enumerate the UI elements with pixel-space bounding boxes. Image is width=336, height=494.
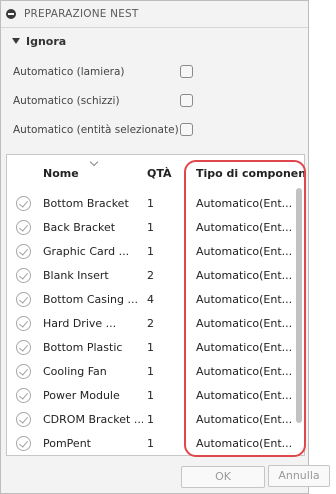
cell-qty: 1 (147, 245, 154, 258)
option-label: Automatico (entità selezionate) (13, 124, 179, 136)
table-row[interactable]: Bottom Casing ... 4 Automatico(Ent... (7, 287, 304, 311)
cell-name: Blank Insert (43, 269, 109, 282)
column-header-qty[interactable]: QTÀ (147, 167, 172, 180)
components-table: Nome QTÀ Tipo di componen Bottom Bracket… (6, 154, 305, 456)
table-row[interactable]: Power Module 1 Automatico(Ent... (7, 383, 304, 407)
cell-qty: 2 (147, 269, 154, 282)
cell-type[interactable]: Automatico(Ent... (196, 245, 296, 258)
check-circle-icon[interactable] (16, 388, 31, 403)
group-header-ignora[interactable]: Ignora (1, 29, 308, 55)
cell-type[interactable]: Automatico(Ent... (196, 365, 296, 378)
ok-button[interactable]: OK (181, 466, 265, 488)
cell-type[interactable]: Automatico(Ent... (196, 317, 296, 330)
column-header-type[interactable]: Tipo di componen (196, 167, 304, 180)
cell-name: PomPent (43, 437, 91, 450)
check-circle-icon[interactable] (16, 412, 31, 427)
check-circle-icon[interactable] (16, 292, 31, 307)
option-label: Automatico (lamiera) (13, 66, 125, 78)
checkbox-schizzi[interactable] (180, 94, 193, 107)
cell-name: Graphic Card ... (43, 245, 130, 258)
table-row[interactable]: PomPent 1 Automatico(Ent... (7, 431, 304, 455)
table-row[interactable]: Graphic Card ... 1 Automatico(Ent... (7, 239, 304, 263)
cell-type[interactable]: Automatico(Ent... (196, 269, 296, 282)
column-header-name[interactable]: Nome (43, 167, 79, 180)
cell-type[interactable]: Automatico(Ent... (196, 413, 296, 426)
cell-name: Bottom Bracket (43, 197, 129, 210)
check-circle-icon[interactable] (16, 340, 31, 355)
cell-name: Power Module (43, 389, 120, 402)
check-circle-icon[interactable] (16, 436, 31, 451)
cell-name: CDROM Bracket ... (43, 413, 143, 426)
check-circle-icon[interactable] (16, 196, 31, 211)
cell-name: Hard Drive ... (43, 317, 117, 330)
table-row[interactable]: Hard Drive ... 2 Automatico(Ent... (7, 311, 304, 335)
check-circle-icon[interactable] (16, 316, 31, 331)
option-automatico-schizzi: Automatico (schizzi) (1, 90, 308, 114)
table-header: Nome QTÀ Tipo di componen (7, 155, 304, 185)
cell-qty: 1 (147, 413, 154, 426)
table-row[interactable]: Bottom Plastic 1 Automatico(Ent... (7, 335, 304, 359)
cell-name: Bottom Casing ... (43, 293, 138, 306)
cell-qty: 4 (147, 293, 154, 306)
cell-type[interactable]: Automatico(Ent... (196, 389, 296, 402)
cell-qty: 1 (147, 389, 154, 402)
nest-dialog: PREPARAZIONE NEST Ignora Automatico (lam… (0, 0, 309, 494)
group-label: Ignora (26, 35, 67, 48)
table-row[interactable]: Blank Insert 2 Automatico(Ent... (7, 263, 304, 287)
table-row[interactable]: Cooling Fan 1 Automatico(Ent... (7, 359, 304, 383)
cell-qty: 2 (147, 317, 154, 330)
cell-name: Bottom Plastic (43, 341, 123, 354)
table-row[interactable]: CDROM Bracket ... 1 Automatico(Ent... (7, 407, 304, 431)
collapse-icon[interactable] (6, 9, 16, 19)
option-automatico-lamiera: Automatico (lamiera) (1, 61, 308, 85)
cell-type[interactable]: Automatico(Ent... (196, 221, 296, 234)
dialog-title: PREPARAZIONE NEST (24, 8, 139, 20)
checkbox-lamiera[interactable] (180, 65, 193, 78)
cell-qty: 1 (147, 221, 154, 234)
cell-qty: 1 (147, 341, 154, 354)
table-scrollbar[interactable] (296, 188, 302, 423)
checkbox-entita[interactable] (180, 123, 193, 136)
dialog-footer: OK (1, 459, 308, 493)
cell-qty: 1 (147, 197, 154, 210)
cell-type[interactable]: Automatico(Ent... (196, 341, 296, 354)
check-circle-icon[interactable] (16, 220, 31, 235)
cell-qty: 1 (147, 437, 154, 450)
cancel-button[interactable]: Annulla (268, 465, 330, 487)
check-circle-icon[interactable] (16, 244, 31, 259)
cell-type[interactable]: Automatico(Ent... (196, 293, 296, 306)
check-circle-icon[interactable] (16, 268, 31, 283)
check-circle-icon[interactable] (16, 364, 31, 379)
table-row[interactable]: Back Bracket 1 Automatico(Ent... (7, 215, 304, 239)
cell-type[interactable]: Automatico(Ent... (196, 437, 296, 450)
dialog-titlebar: PREPARAZIONE NEST (1, 1, 308, 28)
caret-down-icon[interactable] (12, 38, 20, 44)
cell-name: Back Bracket (43, 221, 116, 234)
cell-qty: 1 (147, 365, 154, 378)
table-row[interactable]: Bottom Bracket 1 Automatico(Ent... (7, 191, 304, 215)
cell-name: Cooling Fan (43, 365, 107, 378)
sort-caret-icon[interactable] (89, 157, 99, 167)
cell-type[interactable]: Automatico(Ent... (196, 197, 296, 210)
option-label: Automatico (schizzi) (13, 95, 120, 107)
option-automatico-entita: Automatico (entità selezionate) (1, 119, 308, 143)
